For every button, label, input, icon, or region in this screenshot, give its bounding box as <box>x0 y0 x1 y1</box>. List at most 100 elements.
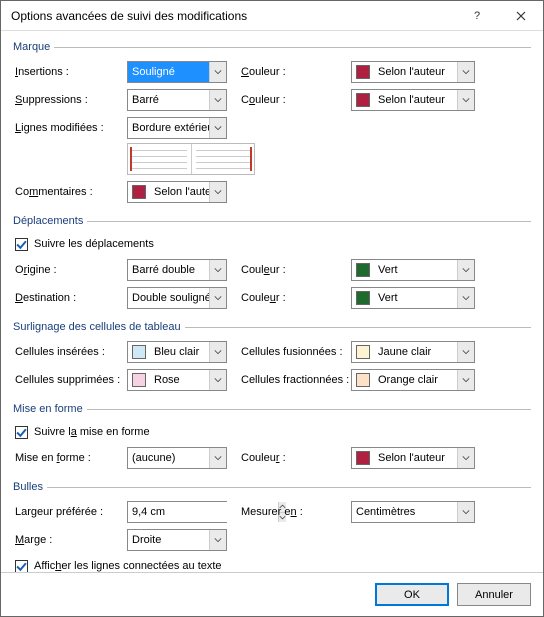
combo-inserees[interactable]: Bleu clair <box>127 341 227 363</box>
label-insertions-couleur: Couleur : <box>227 66 351 78</box>
label-inserees: Cellules insérées : <box>13 346 127 358</box>
group-bulles: Bulles Largeur préférée : Mesurer en : C… <box>13 481 531 572</box>
legend-marque: Marque <box>13 41 54 53</box>
combo-fractionnees[interactable]: Orange clair <box>351 369 475 391</box>
label-insertions: Insertions : <box>13 66 127 78</box>
combo-text: Bleu clair <box>150 346 209 358</box>
label-origine: Origine : <box>13 264 127 276</box>
label-mesurer: Mesurer en : <box>227 506 351 518</box>
chevron-down-icon <box>209 182 226 202</box>
legend-surlignage: Surlignage des cellules de tableau <box>13 321 185 333</box>
combo-commentaires[interactable]: Selon l'auteur <box>127 181 227 203</box>
label-commentaires: Commentaires : <box>13 186 127 198</box>
combo-text: (aucune) <box>128 452 209 464</box>
checkbox-label: Suivre la mise en forme <box>34 426 150 438</box>
chevron-down-icon <box>457 90 474 110</box>
group-deplacements: Déplacements Suivre les déplacements Ori… <box>13 215 531 315</box>
combo-mise-en-forme[interactable]: (aucune) <box>127 447 227 469</box>
chevron-down-icon <box>457 62 474 82</box>
color-swatch <box>356 65 370 79</box>
spinner-largeur[interactable] <box>127 501 227 523</box>
combo-destination-couleur[interactable]: Vert <box>351 287 475 309</box>
combo-insertions[interactable]: Souligné <box>127 61 227 83</box>
close-button[interactable] <box>499 1 543 31</box>
chevron-down-icon <box>209 342 226 362</box>
color-swatch <box>132 373 146 387</box>
chevron-down-icon <box>457 448 474 468</box>
help-icon: ? <box>474 10 480 22</box>
label-mef-couleur: Couleur : <box>227 452 351 464</box>
chevron-down-icon <box>457 370 474 390</box>
combo-origine-couleur[interactable]: Vert <box>351 259 475 281</box>
group-marque: Marque Insertions : Souligné Couleur : S… <box>13 41 531 209</box>
color-swatch <box>356 373 370 387</box>
combo-suppressions[interactable]: Barré <box>127 89 227 111</box>
checkbox-afficher-lignes[interactable]: Afficher les lignes connectées au texte <box>13 555 531 572</box>
window-title: Options avancées de suivi des modificati… <box>11 9 455 23</box>
chevron-down-icon <box>209 288 226 308</box>
chevron-down-icon <box>209 62 226 82</box>
combo-text: Double souligné <box>128 292 209 304</box>
label-suppressions: Suppressions : <box>13 94 127 106</box>
label-mise-en-forme: Mise en forme : <box>13 452 127 464</box>
combo-text: Selon l'auteur <box>374 452 457 464</box>
label-suppressions-couleur: Couleur : <box>227 94 351 106</box>
checkbox-suivre-deplacements[interactable]: Suivre les déplacements <box>13 233 531 255</box>
group-surlignage: Surlignage des cellules de tableau Cellu… <box>13 321 531 397</box>
color-swatch <box>356 451 370 465</box>
chevron-down-icon <box>457 260 474 280</box>
combo-suppressions-couleur[interactable]: Selon l'auteur <box>351 89 475 111</box>
chevron-down-icon <box>457 342 474 362</box>
label-destination: Destination : <box>13 292 127 304</box>
combo-fusionnees[interactable]: Jaune clair <box>351 341 475 363</box>
legend-deplacements: Déplacements <box>13 215 87 227</box>
checkbox-icon <box>15 238 28 251</box>
label-supprimees: Cellules supprimées : <box>13 374 127 386</box>
chevron-down-icon <box>209 530 226 550</box>
label-largeur: Largeur préférée : <box>13 506 127 518</box>
combo-text: Rose <box>150 374 209 386</box>
chevron-down-icon <box>457 502 474 522</box>
dialog-content: Marque Insertions : Souligné Couleur : S… <box>1 31 543 572</box>
combo-text: Selon l'auteur <box>374 94 457 106</box>
color-swatch <box>132 345 146 359</box>
label-fractionnees: Cellules fractionnées : <box>227 374 351 386</box>
combo-marge[interactable]: Droite <box>127 529 227 551</box>
combo-supprimees[interactable]: Rose <box>127 369 227 391</box>
color-swatch <box>356 263 370 277</box>
color-swatch <box>132 185 146 199</box>
close-icon <box>516 11 526 21</box>
combo-origine[interactable]: Barré double <box>127 259 227 281</box>
combo-text: Droite <box>128 534 209 546</box>
combo-mesurer[interactable]: Centimètres <box>351 501 475 523</box>
combo-destination[interactable]: Double souligné <box>127 287 227 309</box>
preview-right <box>191 144 255 174</box>
legend-bulles: Bulles <box>13 481 47 493</box>
combo-text: Vert <box>374 264 457 276</box>
lines-preview <box>127 143 255 175</box>
chevron-down-icon <box>457 288 474 308</box>
label-lignes: Lignes modifiées : <box>13 122 127 134</box>
checkbox-label: Afficher les lignes connectées au texte <box>34 560 222 572</box>
help-button[interactable]: ? <box>455 1 499 31</box>
cancel-button[interactable]: Annuler <box>457 583 531 606</box>
legend-mise-en-forme: Mise en forme <box>13 403 87 415</box>
chevron-down-icon <box>209 448 226 468</box>
combo-text: Barré <box>128 94 209 106</box>
checkbox-label: Suivre les déplacements <box>34 238 154 250</box>
combo-text: Bordure extérieure <box>128 122 209 134</box>
chevron-down-icon <box>209 118 226 138</box>
color-swatch <box>356 345 370 359</box>
chevron-down-icon <box>209 90 226 110</box>
combo-insertions-couleur[interactable]: Selon l'auteur <box>351 61 475 83</box>
preview-left <box>128 144 191 174</box>
ok-button[interactable]: OK <box>375 583 449 606</box>
color-swatch <box>356 291 370 305</box>
checkbox-suivre-mise-en-forme[interactable]: Suivre la mise en forme <box>13 421 531 443</box>
dialog-footer: OK Annuler <box>1 572 543 616</box>
combo-lignes[interactable]: Bordure extérieure <box>127 117 227 139</box>
chevron-down-icon <box>209 370 226 390</box>
combo-text: Selon l'auteur <box>150 186 209 198</box>
combo-mef-couleur[interactable]: Selon l'auteur <box>351 447 475 469</box>
label-destination-couleur: Couleur : <box>227 292 351 304</box>
